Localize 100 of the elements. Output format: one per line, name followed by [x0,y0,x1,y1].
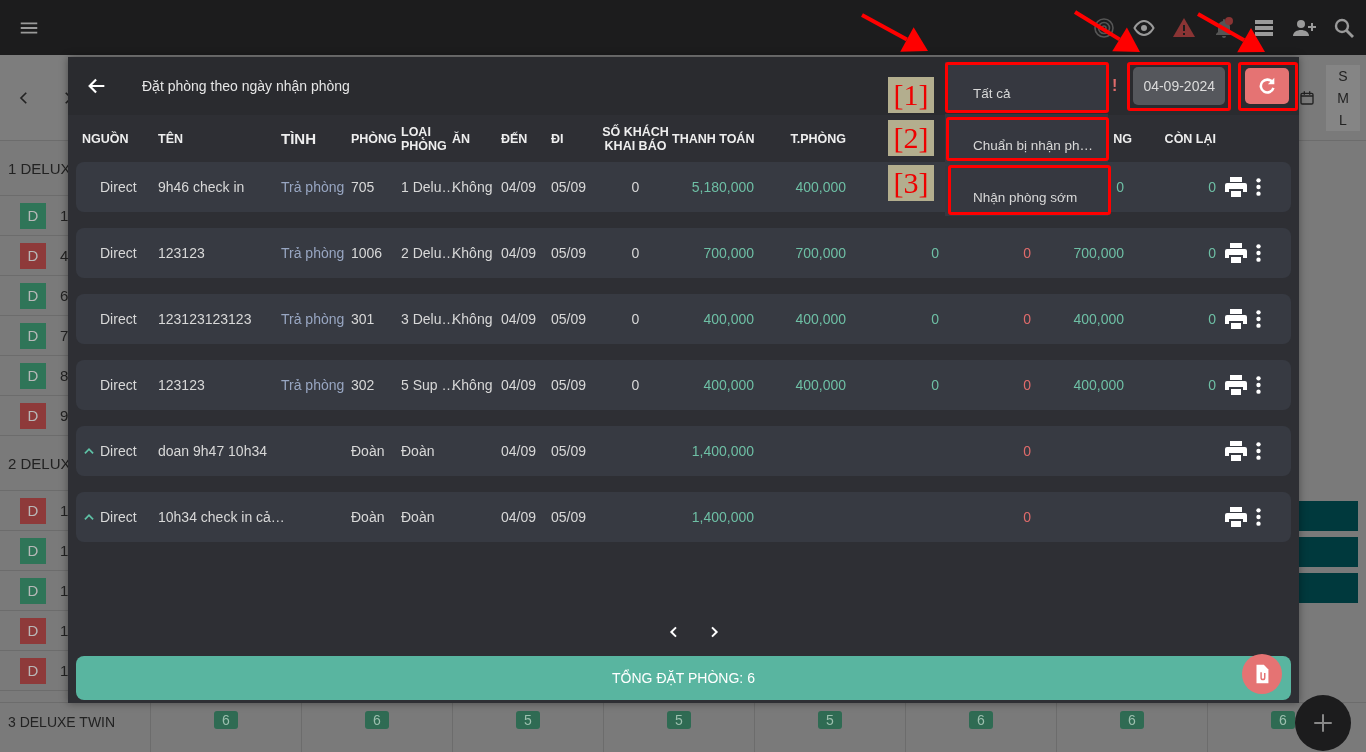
room-status-badge: D [20,282,46,309]
table-cell-text: 1006 [350,245,384,261]
room-number: 1 [60,622,69,639]
table-cell-text: 700,000 [702,245,754,261]
table-cell: Direct [100,311,137,327]
more-button[interactable] [1256,376,1261,394]
more-button[interactable] [1256,178,1261,196]
room-number: 7 [60,327,69,344]
more-vertical-icon [1256,178,1261,196]
table-cell-text: 0 [1115,179,1124,195]
room-type-title: 3 DELUXE TWIN [7,713,117,732]
availability-count: 5 [818,711,842,729]
table-cell-text: 301 [350,311,376,327]
table-cell-text: 0 [1022,443,1031,459]
room-status-badge: D [20,362,46,389]
printer-icon [1224,241,1248,265]
date-field[interactable]: 04-09-2024 [1133,67,1225,105]
more-button[interactable] [1256,310,1261,328]
table-cell-text: 05/09 [550,377,588,393]
table-cell-text: 04/09 [500,179,538,195]
table-cell-text: 1,400,000 [690,509,754,525]
annotation-label: [1] [888,77,934,113]
room-status-badge: D [20,617,46,644]
column-header: ĐẾN [500,131,529,146]
room-number: 1 [60,582,69,599]
annotation-arrow [1197,12,1265,53]
room-status-badge: D [20,497,46,524]
table-cell-text: 0 [930,245,939,261]
printer-icon [1224,505,1248,529]
table-cell-text: 400,000 [794,311,846,327]
table-cell-text: 05/09 [550,311,588,327]
room-number: 9 [60,407,69,424]
calendar-icon[interactable] [1299,88,1315,107]
more-vertical-icon [1256,310,1261,328]
room-status-badge: D [20,657,46,684]
booking-row[interactable]: Direct 123123 Trả phòng 302 5 Sup …Không 04/09 05/09 0 400,000 400,000 0 0 400,000 0 [76,360,1291,410]
table-cell-text: Trả phòng [280,179,346,195]
alert-mark: ! [1112,77,1118,95]
refresh-button[interactable] [1245,68,1289,104]
print-button[interactable] [1224,439,1248,463]
add-button[interactable] [1295,695,1351,751]
table-cell-text: 04/09 [500,245,538,261]
more-button[interactable] [1256,244,1261,262]
table-cell-text: 0 [1022,311,1031,327]
room-status-badge: D [20,402,46,429]
availability-count: 6 [1120,711,1144,729]
table-cell-text: 0 [630,377,641,393]
more-vertical-icon [1256,508,1261,526]
target-icon[interactable] [1092,15,1116,40]
annotation-label: [2] [888,120,934,156]
column-header: ĂN [451,131,472,146]
table-cell-text: 04/09 [500,509,538,525]
table-cell-text: Đoàn [400,509,436,525]
room-number: 4 [60,247,69,264]
table-cell-text: 5,180,000 [690,179,754,195]
table-cell-text: 400,000 [702,377,754,393]
table-cell-text: 700,000 [1072,245,1124,261]
table-cell-text: Trả phòng [280,311,346,327]
table-cell-text: 0 [630,245,641,261]
room-number: 1 [60,542,69,559]
table-cell: Direct [100,179,137,195]
print-button[interactable] [1224,175,1248,199]
room-number: 6 [60,287,69,304]
table-cell-text: 04/09 [500,311,538,327]
availability-count: 6 [969,711,993,729]
booking-row[interactable]: Direct 123123 Trả phòng 1006 2 Delu…Không 04/09 05/09 0 700,000 700,000 0 0 700,000 0 [76,228,1291,278]
table-cell-text: 705 [350,179,376,195]
size-label: M [1337,89,1349,106]
table-cell-text: 04/09 [500,443,538,459]
table-cell-text: 400,000 [1072,377,1124,393]
booking-row[interactable]: Direct 123123123123 Trả phòng 301 3 Delu…Không 04/09 05/09 0 400,000 400,000 0 0 400,000 0 [76,294,1291,344]
size-label: L [1339,111,1347,128]
column-header: LOẠI PHÒNG [400,124,448,153]
table-cell-text: Không [452,377,494,393]
room-status-badge: D [20,202,46,229]
table-cell: Direct [100,509,137,525]
table-cell-text: 9h46 check in [157,179,246,195]
print-button[interactable] [1224,505,1248,529]
availability-count: 5 [667,711,691,729]
table-cell-text: 05/09 [550,245,588,261]
table-cell-text: 05/09 [550,179,588,195]
print-button[interactable] [1224,241,1248,265]
annotation-arrow [1073,10,1140,52]
table-cell-text: 1,400,000 [690,443,754,459]
dialog-title: Đặt phòng theo ngày nhận phòng [142,78,350,94]
table-cell-text: Trả phòng [280,377,346,393]
booking-row[interactable]: Direct doan 9h47 10h34 Đoàn Đoàn 04/09 05/09 1,400,000 0 [76,426,1291,476]
print-button[interactable] [1224,307,1248,331]
table-cell-text: 04/09 [500,377,538,393]
table-cell-text: 0 [1207,179,1216,195]
print-button[interactable] [1224,373,1248,397]
table-cell-text: Đoàn [350,443,386,459]
availability-count: 6 [214,711,238,729]
more-button[interactable] [1256,442,1261,460]
booking-row[interactable]: Direct 10h34 check in cả… Đoàn Đoàn 04/09 05/09 1,400,000 0 [76,492,1291,542]
table-cell-text: 400,000 [794,179,846,195]
table-cell-text: 0 [1207,377,1216,393]
table-cell-text: doan 9h47 10h34 [157,443,268,459]
more-button[interactable] [1256,508,1261,526]
table-cell: Direct [100,443,137,459]
